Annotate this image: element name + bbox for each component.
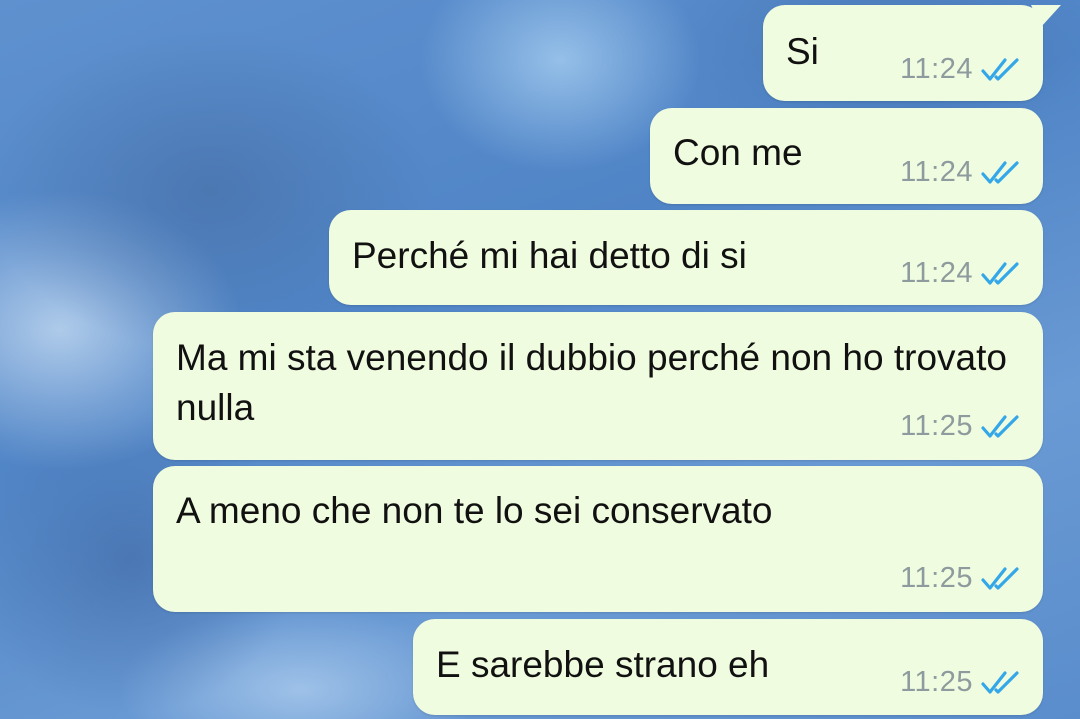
double-check-icon bbox=[981, 414, 1019, 438]
message-bubble[interactable]: Perché mi hai detto di si 11:24 bbox=[329, 210, 1043, 305]
double-check-icon bbox=[981, 566, 1019, 590]
message-bubble[interactable]: Con me 11:24 bbox=[650, 108, 1043, 204]
message-time: 11:25 bbox=[900, 562, 973, 594]
bubble-tail bbox=[1031, 5, 1061, 27]
double-check-icon bbox=[981, 670, 1019, 694]
message-meta: 11:24 bbox=[900, 156, 1021, 189]
message-time: 11:24 bbox=[900, 156, 973, 188]
double-check-icon bbox=[981, 57, 1019, 81]
message-bubble[interactable]: Si 11:24 bbox=[763, 5, 1061, 101]
message-meta: 11:24 bbox=[900, 53, 1021, 86]
message-text: Ma mi sta venendo il dubbio perché non h… bbox=[176, 337, 1007, 428]
message-bubble[interactable]: E sarebbe strano eh 11:25 bbox=[413, 619, 1043, 715]
message-meta: 11:25 bbox=[900, 562, 1021, 595]
message-text: A meno che non te lo sei conservato bbox=[176, 490, 773, 531]
chat-message-list: Si 11:24 Con me 11:24 Perché mi hai dett… bbox=[0, 0, 1080, 719]
message-meta: 11:25 bbox=[900, 666, 1021, 699]
message-time: 11:25 bbox=[900, 666, 973, 698]
message-bubble[interactable]: A meno che non te lo sei conservato 11:2… bbox=[153, 466, 1043, 612]
message-time: 11:24 bbox=[900, 53, 973, 85]
double-check-icon bbox=[981, 261, 1019, 285]
double-check-icon bbox=[981, 160, 1019, 184]
message-bubble[interactable]: Ma mi sta venendo il dubbio perché non h… bbox=[153, 312, 1043, 460]
message-meta: 11:25 bbox=[900, 410, 1021, 443]
message-meta: 11:24 bbox=[900, 257, 1021, 290]
message-time: 11:25 bbox=[900, 410, 973, 442]
message-time: 11:24 bbox=[900, 257, 973, 289]
